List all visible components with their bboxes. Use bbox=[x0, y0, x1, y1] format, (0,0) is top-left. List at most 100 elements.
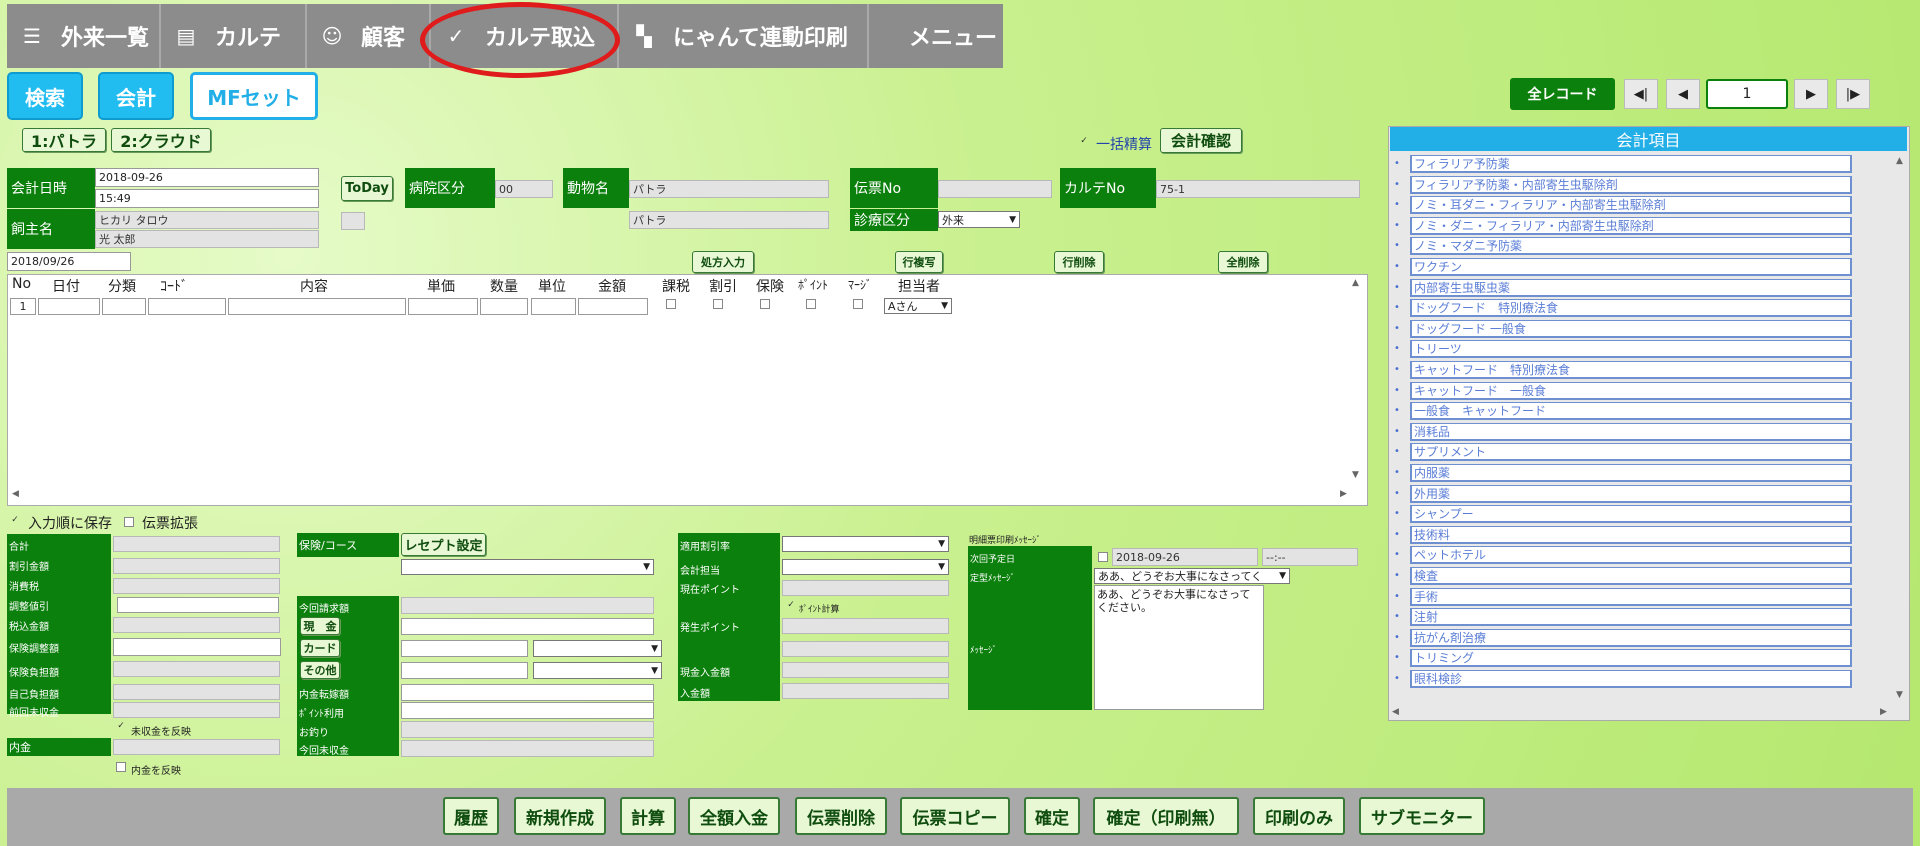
point-calc-checkbox[interactable]: ✓ bbox=[786, 601, 796, 611]
confirm-no-print-button[interactable]: 確定（印刷無） bbox=[1093, 797, 1239, 835]
first-page-button[interactable]: ◀| bbox=[1624, 79, 1658, 109]
accounting-item[interactable]: 一般食 キャットフード bbox=[1410, 402, 1852, 421]
confirm-button[interactable]: 確定 bbox=[1024, 797, 1080, 835]
row-discount-checkbox[interactable] bbox=[713, 299, 723, 309]
uncollected-checkbox[interactable]: ✓ bbox=[116, 722, 126, 732]
row-code-input[interactable] bbox=[148, 298, 226, 315]
accounting-item[interactable]: 抗がん剤治療 bbox=[1410, 628, 1852, 647]
print-only-button[interactable]: 印刷のみ bbox=[1253, 797, 1345, 835]
save-order-checkbox[interactable]: ✓ bbox=[10, 516, 20, 526]
date-input[interactable]: 2018-09-26 bbox=[95, 168, 319, 187]
receipt-settings-button[interactable]: レセプト設定 bbox=[401, 533, 486, 556]
accounting-item[interactable]: ワクチン bbox=[1410, 258, 1852, 276]
accounting-item[interactable]: 注射 bbox=[1410, 608, 1852, 627]
course-select[interactable]: ▼ bbox=[401, 559, 654, 575]
accounting-item[interactable]: ノミ・耳ダニ・フィラリア・内部寄生虫駆除剤 bbox=[1410, 196, 1852, 215]
accounting-item[interactable]: フィラリア予防薬・内部寄生虫駆除剤 bbox=[1410, 175, 1852, 194]
nav-karte-import[interactable]: ✓ カルテ取込 bbox=[431, 4, 619, 68]
accounting-item[interactable]: ドッグフード 一般食 bbox=[1410, 319, 1852, 338]
accounting-item[interactable]: 消耗品 bbox=[1410, 422, 1852, 441]
search-button[interactable]: 検索 bbox=[7, 72, 83, 120]
message-textarea[interactable]: ああ、どうぞお大事になさってください。 bbox=[1094, 585, 1264, 710]
accounting-item[interactable]: キャットフード 特別療法食 bbox=[1410, 361, 1852, 379]
accounting-item[interactable]: ペットホテル bbox=[1410, 546, 1852, 565]
accounting-item[interactable]: シャンプー bbox=[1410, 505, 1852, 524]
row-point-checkbox[interactable] bbox=[806, 299, 816, 309]
scroll-right-icon[interactable]: ▶ bbox=[1340, 489, 1347, 499]
accounting-item[interactable]: サプリメント bbox=[1410, 443, 1852, 462]
other-button[interactable]: その他 bbox=[300, 661, 340, 679]
all-records-button[interactable]: 全レコード bbox=[1510, 78, 1615, 110]
panel-scroll-left-icon[interactable]: ◀ bbox=[1392, 707, 1399, 717]
mf-set-button[interactable]: MFセット bbox=[190, 72, 318, 120]
accounting-item[interactable]: 内服薬 bbox=[1410, 464, 1852, 482]
last-page-button[interactable]: |▶ bbox=[1836, 79, 1870, 109]
scroll-up-icon[interactable]: ▲ bbox=[1352, 278, 1359, 288]
accounting-item[interactable]: 眼科検診 bbox=[1410, 670, 1852, 688]
accounting-item[interactable]: ドッグフード 特別療法食 bbox=[1410, 299, 1852, 318]
accounting-staff-select[interactable]: ▼ bbox=[782, 559, 949, 575]
accounting-item[interactable]: 手術 bbox=[1410, 587, 1852, 606]
scroll-left-icon[interactable]: ◀ bbox=[12, 489, 19, 499]
cash-button[interactable]: 現 金 bbox=[300, 617, 340, 635]
tab-patra[interactable]: 1:パトラ bbox=[22, 128, 106, 152]
accounting-item[interactable]: ノミ・マダニ予防薬 bbox=[1410, 237, 1852, 256]
other-select[interactable]: ▼ bbox=[533, 662, 662, 679]
row-tax-checkbox[interactable] bbox=[666, 299, 676, 309]
accounting-confirm-button[interactable]: 会計確認 bbox=[1160, 128, 1242, 153]
row-delete-button[interactable]: 行削除 bbox=[1054, 251, 1104, 273]
expand-slip-checkbox[interactable] bbox=[124, 517, 134, 527]
accounting-button[interactable]: 会計 bbox=[98, 72, 174, 120]
nav-menu[interactable]: メニュー bbox=[869, 4, 1003, 68]
row-copy-button[interactable]: 行複写 bbox=[895, 251, 943, 273]
accounting-item[interactable]: 検査 bbox=[1410, 567, 1852, 585]
accounting-item[interactable]: 外用薬 bbox=[1410, 484, 1852, 503]
nav-outpatient-list[interactable]: ☰ 外来一覧 bbox=[7, 4, 161, 68]
bulk-settle-checkbox[interactable]: ✓ bbox=[1079, 137, 1089, 147]
accounting-item[interactable]: 技術料 bbox=[1410, 525, 1852, 544]
today-button[interactable]: ToDay bbox=[341, 176, 393, 201]
row-amount-input[interactable] bbox=[578, 298, 648, 315]
row-qty-input[interactable] bbox=[480, 298, 528, 315]
delete-all-button[interactable]: 全削除 bbox=[1218, 251, 1268, 273]
cash-input[interactable] bbox=[401, 618, 654, 635]
card-button[interactable]: カード bbox=[300, 639, 340, 657]
card-input[interactable] bbox=[401, 640, 528, 657]
prev-page-button[interactable]: ◀ bbox=[1666, 79, 1700, 109]
sum-adjust-input[interactable] bbox=[117, 597, 279, 613]
row-date-input[interactable] bbox=[38, 298, 100, 315]
new-button[interactable]: 新規作成 bbox=[514, 797, 606, 835]
next-page-button[interactable]: ▶ bbox=[1794, 79, 1828, 109]
copy-slip-button[interactable]: 伝票コピー bbox=[900, 797, 1010, 835]
prescription-input-button[interactable]: 処方入力 bbox=[692, 251, 754, 273]
accounting-item[interactable]: トリーツ bbox=[1410, 340, 1852, 359]
card-select[interactable]: ▼ bbox=[533, 640, 662, 657]
deposit-checkbox[interactable] bbox=[116, 762, 126, 772]
row-price-input[interactable] bbox=[408, 298, 478, 315]
next-date-checkbox[interactable] bbox=[1098, 552, 1108, 562]
scroll-down-icon[interactable]: ▼ bbox=[1352, 470, 1359, 480]
panel-scroll-right-icon[interactable]: ▶ bbox=[1880, 707, 1887, 717]
panel-scroll-down-icon[interactable]: ▼ bbox=[1896, 690, 1903, 700]
row-category-input[interactable] bbox=[102, 298, 146, 315]
accounting-item[interactable]: キャットフード 一般食 bbox=[1410, 381, 1852, 400]
sub-monitor-button[interactable]: サブモニター bbox=[1359, 797, 1485, 835]
accounting-item[interactable]: ノミ・ダニ・フィラリア・内部寄生虫駆除剤 bbox=[1410, 216, 1852, 235]
row-merge-checkbox[interactable] bbox=[853, 299, 863, 309]
nav-nyante-print[interactable]: ▚ にゃんて連動印刷 bbox=[619, 4, 869, 68]
panel-scroll-up-icon[interactable]: ▲ bbox=[1896, 156, 1903, 166]
history-button[interactable]: 履歴 bbox=[443, 797, 499, 835]
sum-ins-adjust-input[interactable] bbox=[113, 638, 281, 656]
time-input[interactable]: 15:49 bbox=[95, 189, 319, 208]
accounting-item[interactable]: 内部寄生虫駆虫薬 bbox=[1410, 278, 1852, 297]
page-number-input[interactable]: 1 bbox=[1706, 79, 1788, 109]
accounting-item[interactable]: フィラリア予防薬 bbox=[1410, 155, 1852, 173]
row-unit-input[interactable] bbox=[531, 298, 576, 315]
point-use-input[interactable] bbox=[401, 702, 654, 719]
entry-date-input[interactable]: 2018/09/26 bbox=[7, 252, 131, 271]
row-staff-select[interactable]: Aさん ▼ bbox=[884, 298, 952, 314]
accounting-item[interactable]: トリミング bbox=[1410, 649, 1852, 668]
nav-karte[interactable]: ▤ カルテ bbox=[161, 4, 307, 68]
tab-cloud[interactable]: 2:クラウド bbox=[111, 128, 211, 152]
row-insurance-checkbox[interactable] bbox=[760, 299, 770, 309]
